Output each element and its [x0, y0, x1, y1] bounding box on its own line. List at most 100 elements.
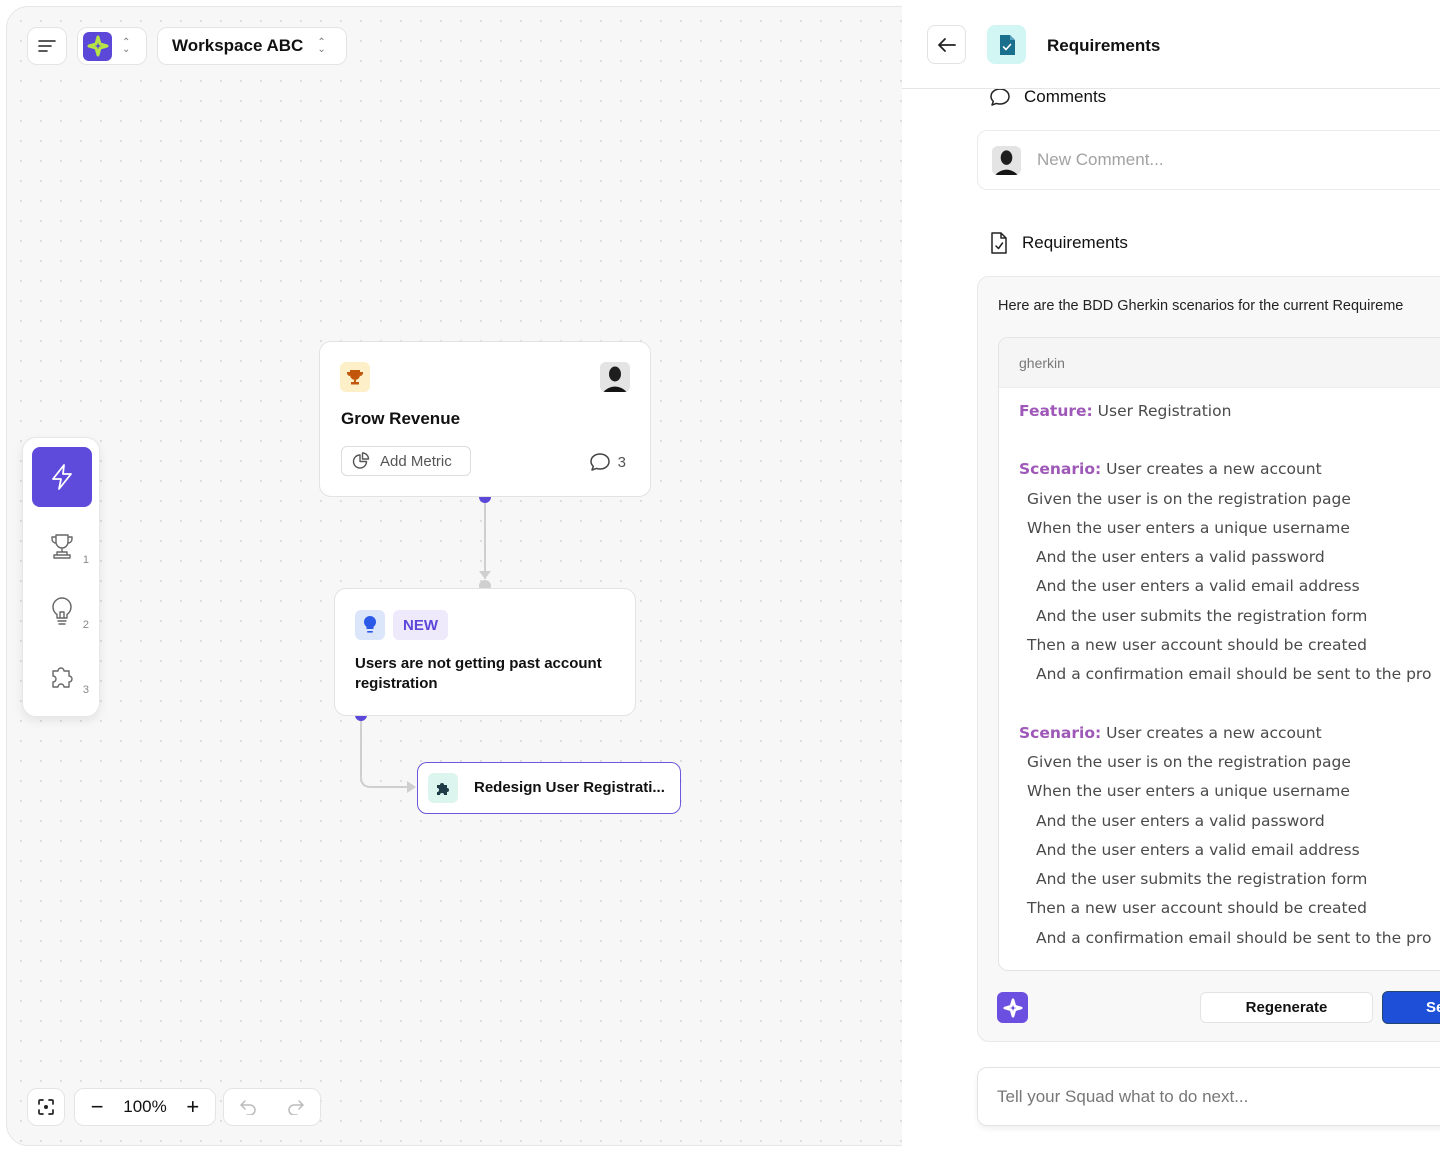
comments-heading-label: Comments [1024, 87, 1107, 106]
gherkin-blank-line [1019, 695, 1440, 724]
solution-node[interactable]: Redesign User Registrati... [417, 762, 681, 814]
connector-arrowhead [407, 781, 416, 793]
ideas-count: 2 [82, 619, 89, 631]
gherkin-keyword: Scenario: [1019, 723, 1102, 742]
gherkin-text: And the user submits the registration fo… [1036, 870, 1368, 889]
goal-node[interactable]: Grow Revenue Add Metric 3 [319, 341, 651, 497]
comment-bubble-icon [990, 88, 1010, 106]
gherkin-text: When the user enters a unique username [1027, 782, 1350, 801]
pie-chart-icon [352, 452, 370, 469]
save-button[interactable]: Se [1382, 991, 1440, 1024]
connector-problem-solution [360, 716, 409, 788]
gherkin-text: Given the user is on the registration pa… [1027, 489, 1351, 508]
node-type-toolbar: 1 2 3 [22, 437, 100, 717]
connectors [355, 491, 491, 793]
squad-prompt-input[interactable] [997, 1086, 1437, 1107]
app-switcher[interactable]: ⌃ ⌄ [77, 27, 147, 65]
gherkin-text: And a confirmation email should be sent … [1036, 665, 1432, 684]
document-check-icon [991, 232, 1007, 254]
problem-node[interactable]: NEW Users are not getting past account r… [334, 588, 636, 716]
requirements-heading: Requirements [989, 231, 1128, 255]
recenter-button[interactable] [27, 1088, 65, 1126]
solution-text: Redesign User Registrati... [474, 779, 665, 796]
gherkin-step-line: Given the user is on the registration pa… [1019, 490, 1440, 519]
gherkin-text: User Registration [1092, 402, 1232, 420]
gherkin-text: Given the user is on the registration pa… [1027, 752, 1351, 771]
lightbulb-icon [355, 610, 385, 640]
zoom-out-button[interactable]: − [91, 1096, 104, 1118]
gherkin-text: Then a new user account should be create… [1027, 899, 1368, 918]
squad-prompt-box[interactable] [977, 1067, 1440, 1126]
canvas[interactable]: ⌃ ⌄ Workspace ABC ⌃ ⌄ 1 2 3 Grow Revenue… [6, 6, 1006, 1146]
gherkin-text: Then a new user account should be create… [1027, 636, 1368, 655]
add-metric-button[interactable]: Add Metric [341, 446, 471, 476]
gherkin-text: And the user enters a valid password [1036, 811, 1325, 830]
tool-lightning[interactable] [32, 447, 92, 507]
gherkin-text: And a confirmation email should be sent … [1036, 928, 1432, 947]
requirements-doc-icon [987, 25, 1026, 64]
new-comment-box[interactable] [977, 130, 1440, 190]
lightning-icon [52, 464, 72, 490]
gherkin-step-line: And a confirmation email should be sent … [1019, 665, 1440, 694]
tool-solutions[interactable]: 3 [32, 646, 92, 706]
gherkin-keyword: Feature: [1019, 402, 1093, 420]
gherkin-step-line: And a confirmation email should be sent … [1019, 929, 1440, 958]
comment-count[interactable]: 3 [589, 452, 626, 472]
requirements-card: Here are the BDD Gherkin scenarios for t… [977, 276, 1440, 1042]
gherkin-text: When the user enters a unique username [1027, 518, 1350, 537]
avatar[interactable] [600, 362, 630, 392]
gherkin-step-line: When the user enters a unique username [1019, 519, 1440, 548]
ai-sparkle-icon [997, 992, 1028, 1023]
gherkin-text: And the user enters a valid email addres… [1036, 577, 1360, 596]
goals-count: 1 [82, 554, 89, 566]
panel-header: Requirements [902, 0, 1440, 89]
goal-title: Grow Revenue [341, 409, 461, 428]
avatar [992, 145, 1021, 175]
chevron-updown-icon: ⌃ ⌄ [122, 37, 131, 55]
comments-heading: Comments [989, 87, 1106, 107]
workspace-selector[interactable]: Workspace ABC ⌃ ⌄ [157, 27, 347, 65]
gherkin-text: And the user enters a valid email addres… [1036, 840, 1360, 859]
gherkin-keyword-line: Scenario: User creates a new account [1019, 460, 1440, 489]
focus-icon [38, 1099, 54, 1115]
code-block: gherkin Feature: User Registration Scenar… [998, 337, 1440, 971]
zoom-controls: − 100% + [74, 1088, 216, 1126]
status-badge: NEW [393, 610, 448, 640]
gherkin-step-line: Then a new user account should be create… [1019, 899, 1440, 928]
code-language-label: gherkin [999, 338, 1440, 388]
arrow-left-icon [937, 37, 956, 52]
panel-title: Requirements [1047, 36, 1161, 55]
add-metric-label: Add Metric [380, 452, 452, 470]
gherkin-step-line: And the user submits the registration fo… [1019, 607, 1440, 636]
new-comment-input[interactable] [1037, 150, 1417, 170]
zoom-level: 100% [123, 1097, 167, 1116]
back-button[interactable] [927, 25, 966, 64]
solutions-count: 3 [82, 684, 89, 696]
gherkin-text: User creates a new account [1101, 460, 1322, 479]
gherkin-text: And the user submits the registration fo… [1036, 606, 1368, 625]
requirements-heading-label: Requirements [1022, 233, 1128, 252]
problem-text: Users are not getting past account regis… [355, 655, 602, 692]
connector-arrowhead [479, 571, 491, 579]
gherkin-blank-line [1019, 431, 1440, 460]
zoom-in-button[interactable]: + [186, 1096, 199, 1118]
chevron-updown-icon: ⌃ ⌄ [317, 37, 326, 55]
menu-button[interactable] [27, 27, 67, 65]
requirements-intro: Here are the BDD Gherkin scenarios for t… [998, 298, 1404, 314]
requirements-panel: Requirements Comments Requirements Here … [902, 0, 1440, 1152]
redo-icon[interactable] [287, 1099, 305, 1115]
regenerate-button[interactable]: Regenerate [1200, 992, 1373, 1023]
trophy-icon [51, 534, 73, 559]
workspace-label: Workspace ABC [172, 36, 304, 55]
gherkin-step-line: And the user enters a valid email addres… [1019, 841, 1440, 870]
undo-icon[interactable] [239, 1099, 257, 1115]
tool-goals[interactable]: 1 [32, 516, 92, 576]
gherkin-keyword-line: Scenario: User creates a new account [1019, 724, 1440, 753]
gherkin-step-line: And the user enters a valid password [1019, 812, 1440, 841]
gherkin-keyword: Scenario: [1019, 460, 1102, 479]
gherkin-text: User creates a new account [1101, 723, 1322, 742]
tool-ideas[interactable]: 2 [32, 581, 92, 641]
menu-lines-icon [38, 40, 56, 52]
history-controls [223, 1088, 321, 1126]
comment-bubble-icon [589, 453, 610, 471]
